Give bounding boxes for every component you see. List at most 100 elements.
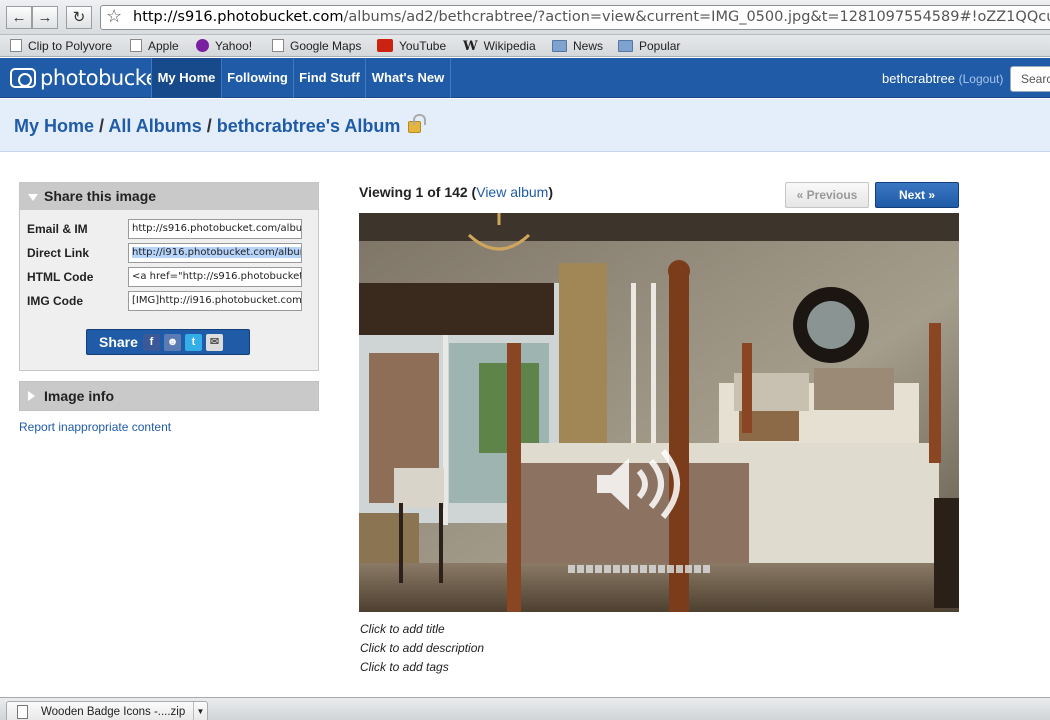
- logout-link[interactable]: (Logout): [959, 72, 1004, 86]
- page-icon: [130, 39, 142, 52]
- photobucket-logo[interactable]: photobucket: [10, 66, 166, 90]
- view-album-link[interactable]: View album: [476, 184, 548, 200]
- bookmark-label: News: [573, 39, 604, 53]
- bookmark-star-icon[interactable]: ☆: [106, 5, 122, 28]
- crumb-my-home[interactable]: My Home: [14, 116, 94, 136]
- myspace-icon[interactable]: ☻: [164, 334, 181, 351]
- photo-illustration: [359, 213, 959, 612]
- expand-triangle-icon: [28, 391, 35, 401]
- zip-file-icon: [17, 705, 28, 719]
- volume-segment: [676, 565, 683, 573]
- back-button[interactable]: ←: [6, 6, 32, 29]
- viewing-suffix: ): [548, 184, 554, 200]
- volume-segment: [640, 565, 647, 573]
- image-info-panel[interactable]: Image info: [19, 381, 319, 411]
- bookmark-label: Google Maps: [290, 39, 362, 53]
- email-im-field[interactable]: http://s916.photobucket.com/album: [128, 219, 302, 239]
- nav-whats-new[interactable]: What's New: [365, 58, 451, 98]
- page-icon: [272, 39, 284, 52]
- bookmark-folder-news[interactable]: News: [552, 38, 603, 54]
- site-header: photobucket My Home Following Find Stuff…: [0, 58, 1050, 98]
- camera-icon: [10, 68, 36, 88]
- bedroom-photo[interactable]: [359, 213, 959, 612]
- crumb-album[interactable]: bethcrabtree's Album: [217, 116, 401, 136]
- username[interactable]: bethcrabtree: [882, 71, 955, 86]
- share-label: Direct Link: [27, 246, 90, 260]
- volume-segment: [658, 565, 665, 573]
- bookmark-clip-to-polyvore[interactable]: Clip to Polyvore: [10, 38, 112, 54]
- youtube-icon: [377, 39, 393, 52]
- share-row-email: Email & IM http://s916.photobucket.com/al…: [27, 219, 307, 239]
- nav-following[interactable]: Following: [221, 58, 293, 98]
- share-row-img: IMG Code [IMG]http://i916.photobucket.com…: [27, 291, 307, 311]
- volume-segment: [577, 565, 584, 573]
- bookmark-google-maps[interactable]: Google Maps: [272, 38, 361, 54]
- bookmark-apple[interactable]: Apple: [130, 38, 179, 54]
- share-label: Email & IM: [27, 222, 88, 236]
- share-button-label: Share: [99, 334, 138, 350]
- download-item[interactable]: Wooden Badge Icons -....zip ▼: [6, 701, 208, 720]
- crumb-separator: /: [201, 116, 217, 136]
- browser-toolbar: ← → ↻ http://s916.photobucket.com/albums…: [0, 0, 1050, 35]
- bookmark-label: Yahoo!: [215, 39, 253, 53]
- page-icon: [10, 39, 22, 52]
- facebook-icon[interactable]: f: [143, 334, 160, 351]
- reload-button[interactable]: ↻: [66, 6, 92, 29]
- viewing-text: Viewing 1 of 142 (: [359, 184, 477, 200]
- bookmark-label: Apple: [148, 39, 179, 53]
- unlock-icon: [408, 114, 427, 133]
- previous-button[interactable]: « Previous: [785, 182, 869, 208]
- bookmark-label: Popular: [639, 39, 681, 53]
- bookmark-yahoo[interactable]: Yahoo!: [196, 38, 252, 54]
- yahoo-icon: [196, 39, 209, 52]
- user-area: bethcrabtree (Logout): [882, 71, 1003, 86]
- volume-segment: [622, 565, 629, 573]
- image-info-title: Image info: [44, 388, 115, 404]
- volume-segment: [613, 565, 620, 573]
- html-code-field[interactable]: <a href="http://s916.photobucket.co: [128, 267, 302, 287]
- volume-segment: [649, 565, 656, 573]
- report-link[interactable]: Report inappropriate content: [19, 420, 171, 434]
- add-description-link[interactable]: Click to add description: [360, 641, 484, 655]
- selected-text: http://i916.photobucket.com/album: [132, 247, 301, 258]
- volume-segment: [667, 565, 674, 573]
- bookmarks-bar: Clip to Polyvore Apple Yahoo! Google Map…: [0, 35, 1050, 57]
- bookmark-folder-popular[interactable]: Popular: [618, 38, 680, 54]
- volume-segment: [703, 565, 710, 573]
- volume-segment: [631, 565, 638, 573]
- viewing-counter: Viewing 1 of 142 (View album): [359, 184, 553, 200]
- share-button[interactable]: Share f ☻ t ✉: [86, 329, 250, 355]
- bookmark-label: Clip to Polyvore: [28, 39, 113, 53]
- volume-segment: [586, 565, 593, 573]
- address-bar[interactable]: http://s916.photobucket.com/albums/ad2/b…: [100, 5, 1050, 30]
- bookmark-youtube[interactable]: YouTube: [377, 38, 446, 54]
- bookmark-wikipedia[interactable]: W Wikipedia: [463, 38, 536, 54]
- twitter-icon[interactable]: t: [185, 334, 202, 351]
- next-button[interactable]: Next »: [875, 182, 959, 208]
- share-panel-header[interactable]: Share this image: [20, 183, 318, 210]
- folder-icon: [552, 40, 567, 52]
- breadcrumb: My Home / All Albums / bethcrabtree's Al…: [14, 114, 427, 137]
- volume-segment: [694, 565, 701, 573]
- forward-button[interactable]: →: [32, 6, 58, 29]
- collapse-triangle-icon: [28, 194, 38, 201]
- folder-icon: [618, 40, 633, 52]
- nav-my-home[interactable]: My Home: [151, 58, 221, 98]
- search-input[interactable]: Search: [1010, 66, 1050, 92]
- crumb-all-albums[interactable]: All Albums: [108, 116, 201, 136]
- url-path: /albums/ad2/bethcrabtree/?action=view&cu…: [343, 9, 1050, 25]
- chevron-down-icon[interactable]: ▼: [193, 702, 207, 720]
- img-code-field[interactable]: [IMG]http://i916.photobucket.com/a: [128, 291, 302, 311]
- volume-segment: [595, 565, 602, 573]
- share-label: HTML Code: [27, 270, 94, 284]
- add-title-link[interactable]: Click to add title: [360, 622, 445, 636]
- direct-link-field[interactable]: http://i916.photobucket.com/album: [128, 243, 302, 263]
- logo-text: photobucket: [40, 66, 166, 90]
- nav-find-stuff[interactable]: Find Stuff: [293, 58, 365, 98]
- share-panel-title: Share this image: [44, 188, 157, 204]
- add-tags-link[interactable]: Click to add tags: [360, 660, 449, 674]
- share-label: IMG Code: [27, 294, 83, 308]
- email-icon[interactable]: ✉: [206, 334, 223, 351]
- bookmark-label: Wikipedia: [483, 39, 536, 53]
- crumb-separator: /: [94, 116, 109, 136]
